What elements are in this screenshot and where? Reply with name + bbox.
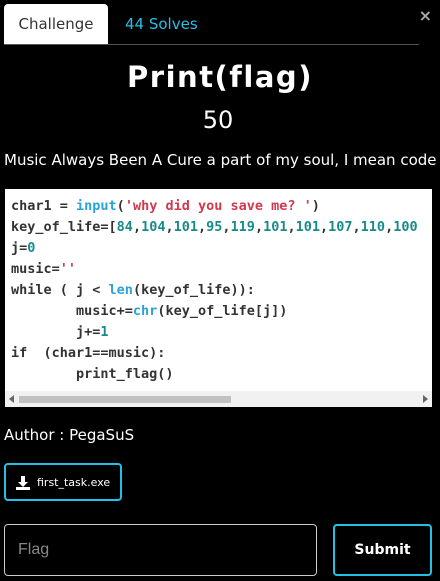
- code-text: char1 = input('why did you save me? ') k…: [5, 189, 432, 385]
- close-icon[interactable]: ×: [419, 6, 432, 25]
- scroll-left-icon[interactable]: [9, 395, 14, 403]
- code-line: while ( j < len(key_of_life)):: [11, 282, 255, 298]
- challenge-modal: Challenge 44 Solves × Print(flag) 50 Mus…: [0, 0, 440, 581]
- tab-solves[interactable]: 44 Solves: [125, 4, 198, 44]
- tab-bar: Challenge 44 Solves: [4, 4, 419, 45]
- challenge-description: Music Always Been A Cure a part of my so…: [4, 151, 440, 169]
- challenge-title: Print(flag): [127, 60, 313, 94]
- code-line: j+=1: [11, 324, 109, 340]
- download-file-button[interactable]: first_task.exe: [4, 463, 122, 501]
- download-file-name: first_task.exe: [37, 476, 111, 489]
- scrollbar-thumb[interactable]: [19, 396, 231, 403]
- scroll-right-icon[interactable]: [423, 395, 428, 403]
- code-line: key_of_life=[84,104,101,95,119,101,101,1…: [11, 219, 418, 235]
- code-line: print_flag(): [11, 366, 174, 382]
- tab-challenge[interactable]: Challenge: [4, 4, 108, 44]
- code-block: char1 = input('why did you save me? ') k…: [5, 189, 432, 407]
- submit-button[interactable]: Submit: [333, 524, 432, 576]
- code-line: j=0: [11, 240, 36, 256]
- code-line: music='': [11, 261, 77, 277]
- code-horizontal-scrollbar[interactable]: [5, 391, 432, 407]
- code-line: char1 = input('why did you save me? '): [11, 198, 320, 214]
- download-icon: [16, 475, 30, 494]
- code-line: music+=chr(key_of_life[j]): [11, 303, 288, 319]
- challenge-points: 50: [202, 106, 234, 134]
- challenge-author: Author : PegaSuS: [4, 426, 135, 444]
- flag-input[interactable]: [4, 524, 317, 576]
- code-line: if (char1==music):: [11, 345, 166, 361]
